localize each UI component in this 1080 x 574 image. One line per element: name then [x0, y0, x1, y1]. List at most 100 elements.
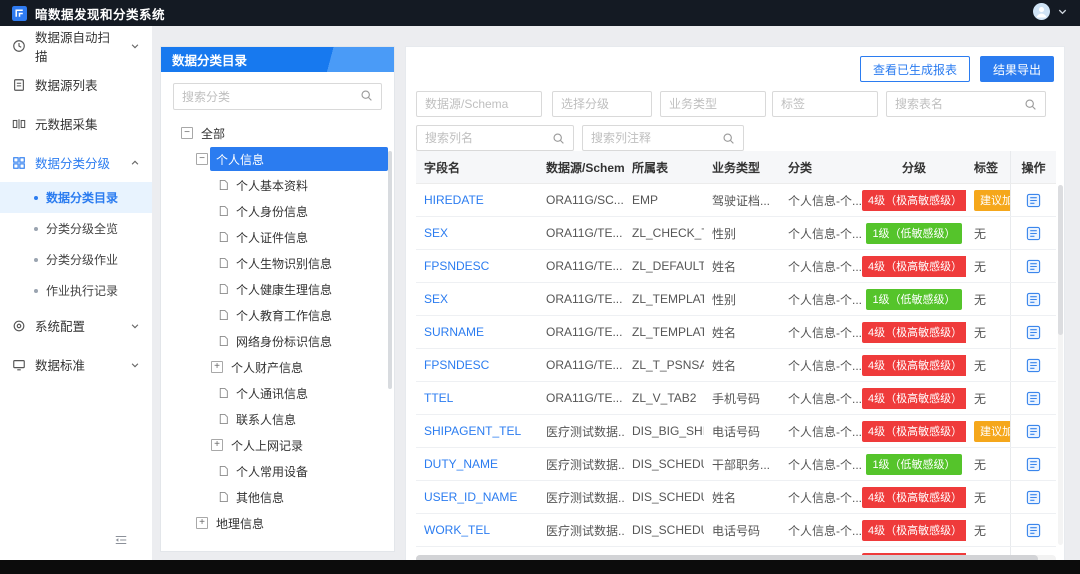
field-name-link[interactable]: SHIPAGENT_TEL	[416, 424, 538, 438]
field-name-link[interactable]: USER_ID_NAME	[416, 490, 538, 504]
chevron-up-icon[interactable]	[130, 158, 140, 168]
document-icon	[12, 78, 26, 92]
tag-none: 无	[974, 326, 986, 340]
sidebar-item-2[interactable]: 元数据采集	[0, 104, 152, 143]
tree-item[interactable]: 个人基本资料	[161, 172, 388, 198]
operation-detail-icon[interactable]	[1026, 424, 1041, 439]
tree-item[interactable]: −个人信息	[161, 146, 388, 172]
tree-item[interactable]: 个人健康生理信息	[161, 276, 388, 302]
expand-node-icon[interactable]: +	[196, 517, 208, 529]
field-name-link[interactable]: SURNAME	[416, 325, 538, 339]
tree-item[interactable]: 个人教育工作信息	[161, 302, 388, 328]
sidebar-collapse-icon[interactable]	[114, 533, 128, 550]
v-scrollbar-thumb[interactable]	[1058, 185, 1063, 335]
cell-tag: 无	[966, 522, 1010, 539]
tree-item[interactable]: 个人证件信息	[161, 224, 388, 250]
operation-detail-icon[interactable]	[1026, 259, 1041, 274]
field-name-link[interactable]: DUTY_NAME	[416, 457, 538, 471]
tree-item[interactable]: +个人上网记录	[161, 432, 388, 458]
gear-icon	[12, 319, 26, 333]
field-name-link[interactable]: SEX	[416, 226, 538, 240]
tag-none: 无	[974, 293, 986, 307]
tree-node-label: 全部	[201, 125, 225, 142]
sidebar-item-1[interactable]: 数据源列表	[0, 65, 152, 104]
category-search-box	[173, 83, 382, 110]
cell-category: 个人信息-个...	[780, 291, 862, 308]
tree-item[interactable]: 其他信息	[161, 484, 388, 510]
search-icon[interactable]	[722, 132, 735, 145]
collapse-node-icon[interactable]: −	[196, 153, 208, 165]
operation-detail-icon[interactable]	[1026, 523, 1041, 538]
filter-input[interactable]	[425, 97, 533, 111]
search-icon[interactable]	[552, 132, 565, 145]
expand-node-icon[interactable]: +	[211, 361, 223, 373]
filter-input[interactable]	[591, 131, 722, 145]
operation-detail-icon[interactable]	[1026, 292, 1041, 307]
sidebar-subitem-3[interactable]: 作业执行记录	[0, 275, 152, 306]
sidebar-item-0[interactable]: 数据源自动扫描	[0, 26, 152, 65]
search-icon[interactable]	[1024, 98, 1037, 111]
file-icon	[219, 491, 229, 503]
cell-schema: 医疗测试数据...	[538, 522, 624, 539]
field-name-link[interactable]: FPSNDESC	[416, 259, 538, 273]
filter-input[interactable]	[781, 97, 869, 111]
filter-input[interactable]	[669, 97, 757, 111]
field-name-link[interactable]: TTEL	[416, 391, 538, 405]
sidebar-item-5[interactable]: 数据标准	[0, 345, 152, 384]
file-icon	[219, 387, 229, 399]
filter-input[interactable]	[425, 131, 552, 145]
tree-scrollbar[interactable]	[388, 151, 392, 389]
filter-input[interactable]	[895, 97, 1024, 111]
table-vertical-scrollbar[interactable]	[1058, 185, 1063, 545]
operation-detail-icon[interactable]	[1026, 457, 1041, 472]
field-name-link[interactable]: SEX	[416, 292, 538, 306]
user-avatar[interactable]	[1033, 3, 1050, 23]
results-panel: 查看已生成报表 结果导出 字段名数据源/Schema所属表业务类型分类分级标签操…	[405, 46, 1065, 562]
cell-schema: 医疗测试数据...	[538, 489, 624, 506]
operation-detail-icon[interactable]	[1026, 325, 1041, 340]
operation-detail-icon[interactable]	[1026, 226, 1041, 241]
tree-item[interactable]: +个人财产信息	[161, 354, 388, 380]
tree-item[interactable]: 个人常用设备	[161, 458, 388, 484]
search-icon[interactable]	[360, 89, 373, 105]
tree-item[interactable]: 个人生物识别信息	[161, 250, 388, 276]
tree-item[interactable]: 联系人信息	[161, 406, 388, 432]
cell-biz: 性别	[704, 225, 780, 242]
tree-item[interactable]: +地理信息	[161, 510, 388, 536]
chevron-down-icon[interactable]	[130, 321, 140, 331]
field-name-link[interactable]: HIREDATE	[416, 193, 538, 207]
operation-detail-icon[interactable]	[1026, 193, 1041, 208]
field-name-link[interactable]: FPSNDESC	[416, 358, 538, 372]
expand-node-icon[interactable]: +	[211, 439, 223, 451]
field-name-link[interactable]: WORK_TEL	[416, 523, 538, 537]
tree-item[interactable]: 网络身份标识信息	[161, 328, 388, 354]
sidebar-subitem-1[interactable]: 分类分级全览	[0, 213, 152, 244]
table-row: SHIPAGENT_TEL医疗测试数据...DIS_BIG_SHI...电话号码…	[416, 415, 1056, 448]
chevron-down-icon[interactable]	[130, 41, 140, 51]
tree-item[interactable]: 个人身份信息	[161, 198, 388, 224]
cell-table: EMP	[624, 193, 704, 207]
tree-item[interactable]: −全部	[161, 120, 388, 146]
filter-input[interactable]	[561, 97, 643, 111]
category-search-input[interactable]	[182, 90, 360, 104]
user-menu-chevron-down-icon[interactable]	[1057, 6, 1068, 20]
operation-detail-icon[interactable]	[1026, 490, 1041, 505]
sidebar-item-3[interactable]: 数据分类分级	[0, 143, 152, 182]
bullet-icon	[34, 227, 38, 231]
sidebar-item-4[interactable]: 系统配置	[0, 306, 152, 345]
operation-detail-icon[interactable]	[1026, 358, 1041, 373]
collapse-node-icon[interactable]: −	[181, 127, 193, 139]
sidebar-subitem-0[interactable]: 数据分类目录	[0, 182, 152, 213]
tree-node-label: 个人通讯信息	[236, 385, 308, 402]
export-results-button[interactable]: 结果导出	[980, 56, 1054, 82]
tree-item[interactable]: 个人通讯信息	[161, 380, 388, 406]
view-reports-button[interactable]: 查看已生成报表	[860, 56, 970, 82]
sidebar-item-label: 系统配置	[35, 316, 85, 335]
operation-detail-icon[interactable]	[1026, 391, 1041, 406]
table-row: SEXORA11G/TE...ZL_CHECK_T...性别个人信息-个...1…	[416, 217, 1056, 250]
chevron-down-icon[interactable]	[130, 360, 140, 370]
tree-node-label: 个人身份信息	[236, 203, 308, 220]
sidebar-subitem-2[interactable]: 分类分级作业	[0, 244, 152, 275]
tree-node-label: 个人健康生理信息	[236, 281, 332, 298]
cell-level: 4级（极高敏感级）	[862, 355, 966, 376]
